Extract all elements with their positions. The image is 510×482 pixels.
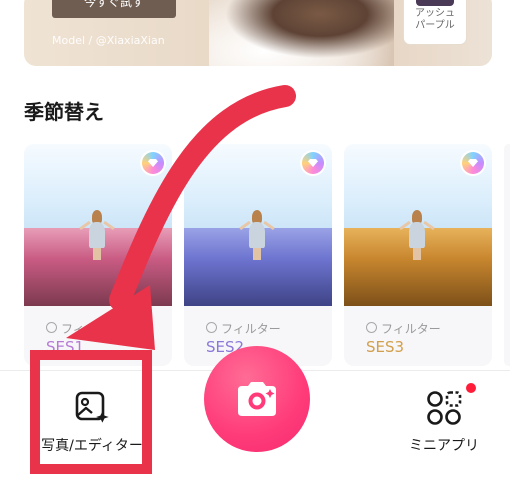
nav-mini-apps[interactable]: ミニアプリ	[374, 383, 510, 455]
try-now-button[interactable]: 今すぐ試す	[52, 0, 176, 18]
color-chip[interactable]: アッシュ パープル	[404, 0, 466, 44]
filter-card-ses1[interactable]: フィルター SES1	[24, 144, 172, 366]
nav-mini-apps-label: ミニアプリ	[409, 438, 479, 454]
section-title: 季節替え	[24, 100, 104, 124]
notification-dot	[466, 383, 476, 393]
filter-type-label: フィルター	[61, 322, 121, 336]
filter-circle-icon	[46, 322, 57, 333]
camera-button[interactable]	[204, 346, 310, 452]
premium-gem-icon	[302, 152, 324, 174]
filter-name: SES3	[366, 338, 405, 356]
apps-grid-icon	[427, 391, 462, 425]
filter-card-ses2[interactable]: フィルター SES2	[184, 144, 332, 366]
model-credit: Model / @XiaxiaXian	[52, 34, 165, 47]
premium-gem-icon	[462, 152, 484, 174]
filter-card-ses3[interactable]: フィルター SES3	[344, 144, 492, 366]
color-chip-name: アッシュ パープル	[404, 8, 466, 32]
filter-card-next-partial[interactable]	[504, 144, 510, 366]
color-chip-name-line1: アッシュ	[415, 8, 455, 19]
filter-type-label: フィルター	[381, 322, 441, 336]
color-chip-name-line2: パープル	[415, 20, 455, 31]
promo-banner[interactable]: 今すぐ試す Model / @XiaxiaXian アッシュ パープル	[24, 0, 492, 66]
highlight-box	[30, 350, 152, 474]
filter-circle-icon	[366, 322, 377, 333]
premium-gem-icon	[142, 152, 164, 174]
filter-circle-icon	[206, 322, 217, 333]
camera-icon	[238, 382, 276, 416]
color-swatch	[416, 0, 454, 6]
model-portrait-image	[209, 0, 394, 66]
filter-type-label: フィルター	[221, 322, 281, 336]
